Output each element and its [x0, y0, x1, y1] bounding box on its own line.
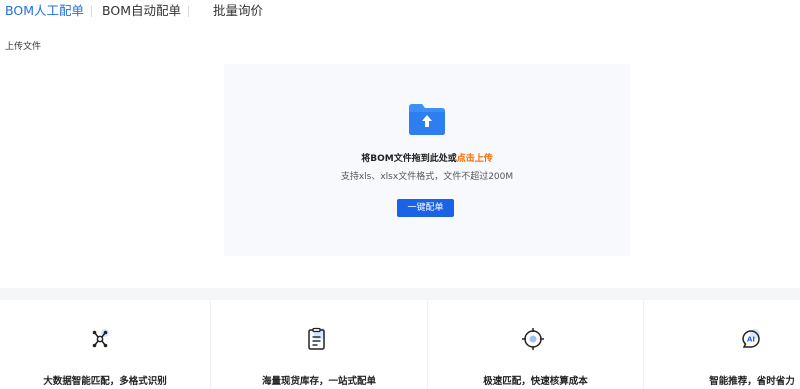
- feature-label: 海量现货库存，一站式配单: [261, 376, 376, 387]
- tab-bar: BOM人工配单 BOM自动配单 批量询价: [0, 0, 800, 24]
- bom-page: BOM人工配单 BOM自动配单 批量询价 上传文件 将BOM文件拖到此处或点击上…: [0, 0, 800, 389]
- ai-chat-icon: AI: [742, 329, 760, 348]
- features-band: [0, 288, 800, 300]
- feature-card: 大数据智能匹配，多格式识别: [0, 300, 210, 389]
- tab-batch-inquiry[interactable]: 批量询价: [213, 2, 263, 20]
- tab-divider: [91, 6, 92, 17]
- feature-label: 智能推荐，省时省力: [709, 376, 795, 387]
- tab-divider: [188, 6, 189, 17]
- clipboard-list-icon: [308, 327, 325, 350]
- one-click-match-button[interactable]: 一键配单: [397, 199, 454, 217]
- upload-format-hint: 支持xls、xlsx文件格式，文件不超过200M: [340, 172, 514, 182]
- upload-section-title: 上传文件: [5, 42, 42, 52]
- upload-dropzone[interactable]: 将BOM文件拖到此处或点击上传 支持xls、xlsx文件格式，文件不超过200M…: [224, 64, 630, 256]
- tab-bom-auto[interactable]: BOM自动配单: [102, 2, 181, 20]
- network-nodes-icon: [92, 329, 109, 348]
- feature-card: AI 智能推荐，省时省力: [644, 300, 800, 389]
- svg-text:AI: AI: [747, 336, 755, 344]
- click-upload-link[interactable]: 点击上传: [457, 154, 493, 164]
- target-icon: [522, 328, 544, 350]
- upload-prompt: 将BOM文件拖到此处或: [361, 154, 457, 164]
- folder-upload-icon: [409, 104, 445, 135]
- feature-card: 极速匹配，快速核算成本: [428, 300, 643, 389]
- feature-label: 极速匹配，快速核算成本: [483, 376, 588, 387]
- upload-instruction: 将BOM文件拖到此处或点击上传: [224, 151, 630, 164]
- feature-card: 海量现货库存，一站式配单: [211, 300, 427, 389]
- feature-label: 大数据智能匹配，多格式识别: [43, 376, 167, 387]
- tab-bom-manual[interactable]: BOM人工配单: [5, 2, 84, 20]
